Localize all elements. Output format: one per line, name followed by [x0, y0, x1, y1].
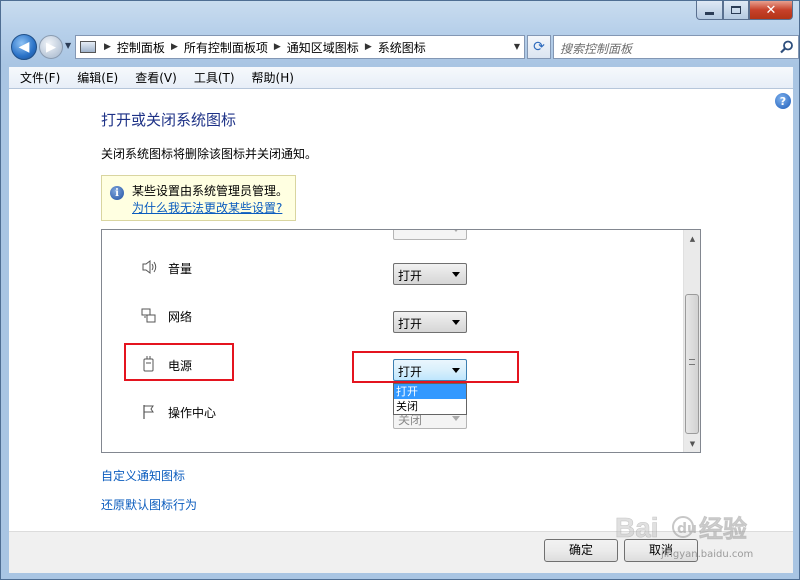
info-icon: i	[110, 186, 124, 200]
history-dropdown-icon[interactable]: ▼	[65, 41, 71, 50]
close-icon: ✕	[765, 2, 777, 18]
speaker-icon	[142, 260, 157, 274]
scroll-grip-icon	[689, 359, 695, 365]
scroll-thumb[interactable]	[685, 294, 699, 434]
svg-text:经验: 经验	[699, 515, 747, 543]
menu-bar: 文件(F) 编辑(E) 查看(V) 工具(T) 帮助(H)	[9, 67, 793, 89]
system-icons-list: 音量 打开 网络 打开 电源 打开 操作中心 关闭 打开 关闭 ▲ ▼	[101, 229, 701, 453]
combo-network-value: 打开	[398, 317, 423, 331]
address-bar[interactable]: ▶ 控制面板 ▶ 所有控制面板项 ▶ 通知区域图标 ▶ 系统图标 ▼	[75, 35, 525, 59]
svg-text:Bai: Bai	[615, 512, 659, 543]
content-area: ? 打开或关闭系统图标 关闭系统图标将删除该图标并关闭通知。 i 某些设置由系统…	[9, 89, 793, 531]
page-title: 打开或关闭系统图标	[101, 111, 237, 129]
combo-action-center-value: 关闭	[398, 413, 423, 427]
chevron-down-icon	[452, 230, 460, 232]
baidu-watermark-logo: Bai du 经验	[615, 512, 748, 544]
chevron-right-icon[interactable]: ▶	[104, 42, 111, 52]
minimize-button[interactable]	[696, 1, 723, 20]
navigation-bar: ◀ ▶ ▼ ▶ 控制面板 ▶ 所有控制面板项 ▶ 通知区域图标 ▶ 系统图标 ▼…	[9, 33, 799, 61]
highlight-box-power-label	[124, 343, 234, 381]
customize-icons-link[interactable]: 自定义通知图标	[101, 467, 185, 484]
scroll-up-icon[interactable]: ▲	[684, 230, 700, 247]
network-icon	[141, 308, 156, 323]
flag-icon	[143, 405, 154, 419]
menu-file[interactable]: 文件(F)	[9, 69, 66, 86]
caption-buttons: ✕	[696, 1, 793, 20]
highlight-box-power-combo	[352, 351, 519, 383]
close-button[interactable]: ✕	[749, 1, 793, 20]
window-frame: ✕ ◀ ▶ ▼ ▶ 控制面板 ▶ 所有控制面板项 ▶ 通知区域图标 ▶ 系统图标…	[0, 0, 800, 580]
chevron-down-icon	[452, 416, 460, 421]
ok-button[interactable]: 确定	[544, 539, 618, 562]
address-dropdown-icon[interactable]: ▼	[514, 42, 520, 51]
dropdown-option-off[interactable]: 关闭	[394, 399, 466, 414]
info-link[interactable]: 为什么我无法更改某些设置?	[132, 199, 282, 216]
back-button[interactable]: ◀	[11, 34, 37, 60]
restore-defaults-link[interactable]: 还原默认图标行为	[101, 496, 197, 513]
breadcrumb-notification-icons[interactable]: 通知区域图标	[287, 39, 359, 56]
maximize-icon	[731, 6, 741, 14]
help-icon[interactable]: ?	[775, 93, 791, 109]
minimize-icon	[705, 11, 714, 15]
chevron-right-icon[interactable]: ▶	[171, 42, 178, 52]
info-text: 某些设置由系统管理员管理。	[132, 184, 289, 198]
scroll-down-icon[interactable]: ▼	[684, 435, 700, 452]
menu-edit[interactable]: 编辑(E)	[66, 69, 124, 86]
combo-network[interactable]: 打开	[393, 311, 467, 333]
refresh-button[interactable]: ⟳	[527, 35, 551, 59]
info-box: i 某些设置由系统管理员管理。 为什么我无法更改某些设置?	[101, 175, 296, 221]
menu-help[interactable]: 帮助(H)	[241, 69, 300, 86]
menu-view[interactable]: 查看(V)	[124, 69, 183, 86]
refresh-icon: ⟳	[533, 39, 545, 55]
watermark-url: jingyan.baidu.com	[661, 549, 754, 560]
page-description: 关闭系统图标将删除该图标并关闭通知。	[101, 147, 318, 161]
row-label-volume: 音量	[168, 262, 193, 276]
breadcrumb-system-icons[interactable]: 系统图标	[378, 39, 426, 56]
combo-volume[interactable]: 打开	[393, 263, 467, 285]
maximize-button[interactable]	[723, 1, 749, 20]
svg-text:du: du	[677, 521, 697, 537]
forward-arrow-icon: ▶	[46, 39, 56, 55]
chevron-down-icon	[452, 272, 460, 277]
menu-tools[interactable]: 工具(T)	[183, 69, 241, 86]
list-scrollbar[interactable]: ▲ ▼	[683, 230, 700, 452]
computer-icon	[80, 41, 96, 53]
chevron-right-icon[interactable]: ▶	[274, 42, 281, 52]
breadcrumb-all-items[interactable]: 所有控制面板项	[184, 39, 268, 56]
search-input[interactable]: 搜索控制面板	[553, 35, 799, 59]
row-label-network: 网络	[168, 310, 193, 324]
power-dropdown-list: 打开 关闭	[393, 383, 467, 415]
dropdown-option-on[interactable]: 打开	[394, 384, 466, 399]
partial-combo	[393, 230, 467, 240]
back-arrow-icon: ◀	[18, 39, 30, 55]
chevron-down-icon	[452, 320, 460, 325]
forward-button[interactable]: ▶	[39, 35, 63, 59]
combo-volume-value: 打开	[398, 269, 423, 283]
chevron-right-icon[interactable]: ▶	[365, 42, 372, 52]
row-label-action-center: 操作中心	[168, 406, 217, 420]
breadcrumb-control-panel[interactable]: 控制面板	[117, 39, 165, 56]
search-icon[interactable]	[779, 39, 795, 55]
